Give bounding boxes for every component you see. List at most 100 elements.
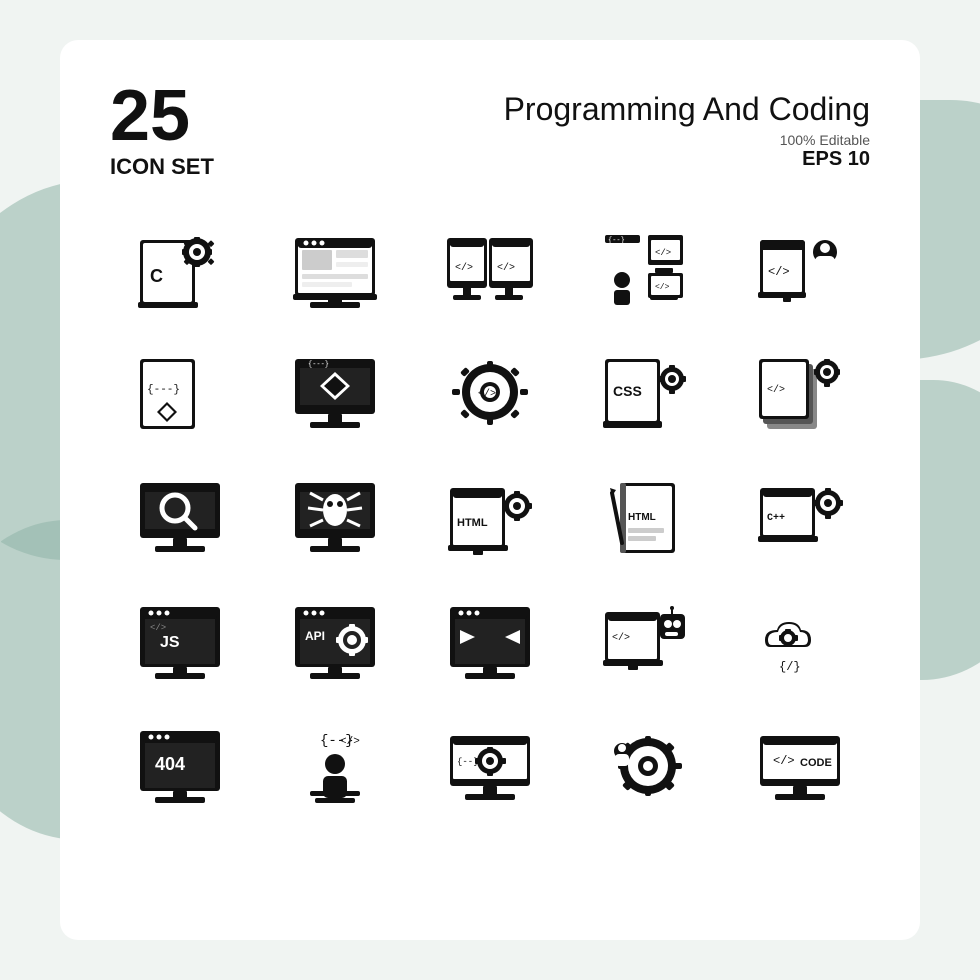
icon-box: </> bbox=[740, 220, 860, 320]
svg-text:C++: C++ bbox=[767, 513, 785, 524]
icon-box: C bbox=[120, 220, 240, 320]
header: 25 ICON SET Programming And Coding 100% … bbox=[110, 80, 870, 180]
html-settings-icon: HTML bbox=[445, 478, 535, 558]
svg-text:API: API bbox=[305, 629, 325, 643]
icon-box bbox=[585, 716, 705, 816]
ruby-file-icon: {---} bbox=[135, 354, 225, 434]
icon-cell-cloud-gear: {/} bbox=[731, 592, 870, 692]
dual-monitor-icon: </> </> bbox=[445, 230, 535, 310]
svg-text:</>: </> bbox=[455, 262, 473, 274]
cpp-laptop-icon: C++ bbox=[755, 478, 845, 558]
css-settings-icon: CSS bbox=[600, 354, 690, 434]
remote-learning-icon: {--} </> </> bbox=[600, 230, 690, 310]
js-browser-icon: JS </> bbox=[135, 602, 225, 682]
icon-box: </> CODE bbox=[740, 716, 860, 816]
icon-count: 25 bbox=[110, 80, 214, 152]
bug-monitor-icon bbox=[290, 478, 380, 558]
cloud-gear-icon: {/} bbox=[755, 602, 845, 682]
svg-text:{/}: {/} bbox=[779, 660, 801, 674]
svg-text:{---}: {---} bbox=[308, 361, 329, 369]
icon-cell-code-window bbox=[420, 592, 559, 692]
icon-set-label: ICON SET bbox=[110, 154, 214, 180]
svg-text:</>: </> bbox=[768, 265, 790, 279]
icon-cell-diamond-monitor: {---} bbox=[265, 344, 404, 444]
svg-text:</>: </> bbox=[340, 736, 360, 748]
icon-cell-robot-monitor: </> bbox=[576, 592, 715, 692]
svg-text:</>: </> bbox=[150, 623, 166, 633]
editable-label: 100% Editable bbox=[504, 132, 870, 148]
svg-text:</>: </> bbox=[767, 384, 785, 396]
icon-box: {--} </> bbox=[275, 716, 395, 816]
icon-box: </> bbox=[430, 344, 550, 444]
icon-box: </> </> bbox=[430, 220, 550, 320]
icon-box: HTML bbox=[585, 468, 705, 568]
icon-grid: C bbox=[110, 220, 870, 816]
svg-text:CODE: CODE bbox=[800, 757, 832, 769]
icon-box bbox=[275, 220, 395, 320]
icon-cell-web-layout bbox=[265, 220, 404, 320]
icon-box bbox=[275, 468, 395, 568]
icon-cell-layers-gear: </> bbox=[731, 344, 870, 444]
icon-cell-bug-monitor bbox=[265, 468, 404, 568]
main-card: 25 ICON SET Programming And Coding 100% … bbox=[60, 40, 920, 940]
icon-box: {---} bbox=[275, 344, 395, 444]
code-person-icon: </> bbox=[755, 230, 845, 310]
code-monitor-label-icon: </> CODE bbox=[755, 726, 845, 806]
eps-label: EPS 10 bbox=[504, 148, 870, 171]
html-book-icon: HTML bbox=[600, 478, 690, 558]
gear-person-icon bbox=[600, 726, 690, 806]
coder-person-icon: {--} </> bbox=[290, 726, 380, 806]
web-layout-icon bbox=[290, 230, 380, 310]
icon-cell-html-book: HTML bbox=[576, 468, 715, 568]
404-browser-icon: 404 bbox=[135, 726, 225, 806]
svg-text:{--}: {--} bbox=[457, 757, 479, 767]
svg-text:</>: </> bbox=[655, 283, 670, 292]
icon-cell-c-programming: C bbox=[110, 220, 249, 320]
icon-cell-ruby-file: {---} bbox=[110, 344, 249, 444]
svg-text:</>: </> bbox=[773, 754, 795, 768]
icon-cell-code-gear: </> bbox=[420, 344, 559, 444]
svg-text:{---}: {---} bbox=[147, 384, 180, 396]
svg-text:404: 404 bbox=[155, 754, 185, 774]
icon-cell-api-settings: API bbox=[265, 592, 404, 692]
svg-text:</>: </> bbox=[612, 632, 630, 644]
icon-cell-code-person: </> bbox=[731, 220, 870, 320]
icon-box: C++ bbox=[740, 468, 860, 568]
diamond-monitor-icon: {---} bbox=[290, 354, 380, 434]
svg-text:{--}: {--} bbox=[608, 237, 625, 245]
icon-cell-code-monitor-gear: {--} bbox=[420, 716, 559, 816]
api-settings-icon: API bbox=[290, 602, 380, 682]
icon-cell-html-settings: HTML bbox=[420, 468, 559, 568]
svg-text:HTML: HTML bbox=[457, 517, 488, 529]
icon-cell-404-browser: 404 bbox=[110, 716, 249, 816]
icon-cell-coder-person: {--} </> bbox=[265, 716, 404, 816]
header-left: 25 ICON SET bbox=[110, 80, 214, 180]
code-monitor-gear-icon: {--} bbox=[445, 726, 535, 806]
layers-gear-icon: </> bbox=[755, 354, 845, 434]
icon-box: {--} bbox=[430, 716, 550, 816]
icon-box: 404 bbox=[120, 716, 240, 816]
c-programming-icon: C bbox=[135, 230, 225, 310]
svg-text:</>: </> bbox=[655, 248, 671, 258]
icon-box: {/} bbox=[740, 592, 860, 692]
icon-box: API bbox=[275, 592, 395, 692]
icon-box: JS </> bbox=[120, 592, 240, 692]
icon-cell-js-browser: JS </> bbox=[110, 592, 249, 692]
icon-cell-search-monitor bbox=[110, 468, 249, 568]
icon-cell-cpp-laptop: C++ bbox=[731, 468, 870, 568]
collection-title: Programming And Coding bbox=[504, 90, 870, 128]
icon-box bbox=[120, 468, 240, 568]
icon-cell-gear-person bbox=[576, 716, 715, 816]
icon-cell-dual-monitor: </> </> bbox=[420, 220, 559, 320]
icon-box: CSS bbox=[585, 344, 705, 444]
code-gear-icon: </> bbox=[445, 354, 535, 434]
icon-box: HTML bbox=[430, 468, 550, 568]
robot-monitor-icon: </> bbox=[600, 602, 690, 682]
svg-text:</>: </> bbox=[478, 388, 496, 400]
icon-box: {--} </> </> bbox=[585, 220, 705, 320]
icon-box: </> bbox=[585, 592, 705, 692]
icon-cell-code-monitor-label: </> CODE bbox=[731, 716, 870, 816]
header-right: Programming And Coding 100% Editable EPS… bbox=[504, 80, 870, 171]
icon-box: </> bbox=[740, 344, 860, 444]
icon-box bbox=[430, 592, 550, 692]
